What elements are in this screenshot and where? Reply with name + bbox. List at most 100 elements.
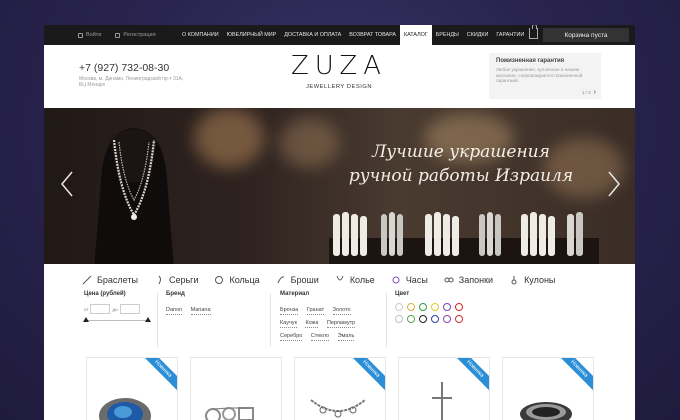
color-swatches [395,303,463,323]
phone-number: +7 (927) 732-08-30 [79,62,170,74]
nav-jewelry-world[interactable]: Ювелирный мир [223,25,281,45]
category-brooches[interactable]: Броши [276,275,319,285]
price-title: Цена (рублей) [84,291,126,297]
color-swatch[interactable] [455,303,463,311]
lock-icon [78,32,83,38]
guarantee-text: Любое украшение, купленное в нашем магаз… [496,67,583,84]
bracelets-image [329,212,599,264]
category-earrings[interactable]: Серьги [154,275,198,285]
slider-handle-max[interactable] [145,317,151,322]
category-watches[interactable]: Часы [391,275,428,285]
color-swatch[interactable] [431,315,439,323]
price-from-input[interactable] [90,304,111,314]
chevron-right-icon[interactable]: › [594,89,596,96]
edit-icon [115,32,121,38]
material-option[interactable]: Эмаль [337,332,355,341]
product-card[interactable]: Новинка [86,357,178,420]
brand-option[interactable]: Danon [166,306,183,315]
color-swatch[interactable] [419,303,427,311]
material-option[interactable]: Перламутр [326,319,356,328]
material-option[interactable]: Стекло [310,332,330,341]
slider-handle-min[interactable] [83,317,89,322]
color-swatch[interactable] [407,315,415,323]
category-cufflinks[interactable]: Запонки [444,275,493,285]
earring-icon [158,275,161,285]
material-option[interactable]: Кожа [305,319,319,328]
category-label: Браслеты [97,275,138,285]
category-label: Кулоны [524,275,556,285]
material-option[interactable]: Серебро [280,332,303,341]
color-filter: Цвет [395,291,463,351]
nav-about[interactable]: О компании [178,25,223,45]
hero-banner: Лучшие украшения ручной работы Израиля [44,108,635,264]
product-image [205,407,254,420]
category-label: Броши [290,275,319,285]
register-link[interactable]: Регистрация [115,32,156,38]
top-bar: Войти Регистрация О компании Ювелирный м… [44,25,635,45]
pager-count: 1 / 3 [581,90,591,95]
material-option[interactable]: Каучук [280,319,297,328]
login-link[interactable]: Войти [78,32,101,38]
material-option[interactable]: Бронза [280,306,299,315]
page: Войти Регистрация О компании Ювелирный м… [44,25,635,420]
nav-discounts[interactable]: Скидки [463,25,493,45]
product-grid: Новинка Новинка Новинка Новинка [44,357,635,420]
filters-panel: Цена (рублей) от до Бренд Danon Mariana … [44,291,635,357]
color-swatch[interactable] [443,303,451,311]
material-option[interactable]: Гранат [306,306,325,315]
product-card[interactable]: Новинка [398,357,490,420]
necklace-icon [336,275,344,281]
category-necklaces[interactable]: Колье [335,275,375,285]
brooch-icon [277,276,284,284]
cart-button[interactable]: Корзина пуста [529,25,629,42]
guarantee-widget: Пожизненная гарантия Любое украшение, ку… [489,53,601,99]
cufflink-icon [444,277,454,283]
product-card[interactable]: Новинка [502,357,594,420]
shopping-bag-icon [529,25,538,39]
nav-guarantees[interactable]: Гарантии [492,25,528,45]
chevron-left-icon[interactable] [60,170,74,198]
bracelet-icon [82,275,92,285]
price-slider[interactable] [83,317,151,322]
color-swatch[interactable] [395,315,403,323]
material-title: Материал [280,291,310,297]
nav-delivery[interactable]: Доставка и оплата [280,25,345,45]
guarantee-pager: 1 / 3 › [582,89,596,96]
brand-filter: Бренд Danon Mariana [166,291,276,351]
product-card[interactable] [190,357,282,420]
category-label: Запонки [458,275,494,285]
logo-subtitle: JEWELLERY DESIGN [305,84,373,90]
product-image [432,382,452,420]
nav-brands[interactable]: Бренды [432,25,463,45]
product-image [99,398,151,420]
product-card[interactable]: Новинка [294,357,386,420]
brand-title: Бренд [166,291,185,297]
cart-label: Корзина пуста [564,31,608,39]
chevron-right-icon[interactable] [607,170,621,198]
material-option[interactable]: Золото [332,306,351,315]
logo[interactable]: ZUZA JEWELLERY DESIGN [284,50,394,90]
color-swatch[interactable] [407,303,415,311]
guarantee-title: Пожизненная гарантия [496,58,565,64]
color-swatch[interactable] [419,315,427,323]
logo-word: ZUZA [291,51,387,81]
ring-icon [215,276,224,284]
color-title: Цвет [395,291,410,297]
watch-icon [392,276,400,284]
banner-line-1: Лучшие украшения [372,142,550,162]
category-bracelets[interactable]: Браслеты [82,275,138,285]
category-label: Кольца [229,275,260,285]
color-swatch[interactable] [455,315,463,323]
color-swatch[interactable] [431,303,439,311]
category-rings[interactable]: Кольца [214,275,260,285]
category-label: Колье [349,275,375,285]
color-swatch[interactable] [443,315,451,323]
brand-option[interactable]: Mariana [190,306,211,315]
price-to-input[interactable] [119,304,140,314]
color-swatch[interactable] [395,303,403,311]
nav-returns[interactable]: Возврат товара [345,25,400,45]
banner-headline: Лучшие украшения ручной работы Израиля [346,140,576,188]
category-pendants[interactable]: Кулоны [509,275,555,285]
nav-catalog[interactable]: Каталог [399,25,432,45]
address: Москва, м. Динамо, Ленинградский пр-т 31… [79,76,184,88]
